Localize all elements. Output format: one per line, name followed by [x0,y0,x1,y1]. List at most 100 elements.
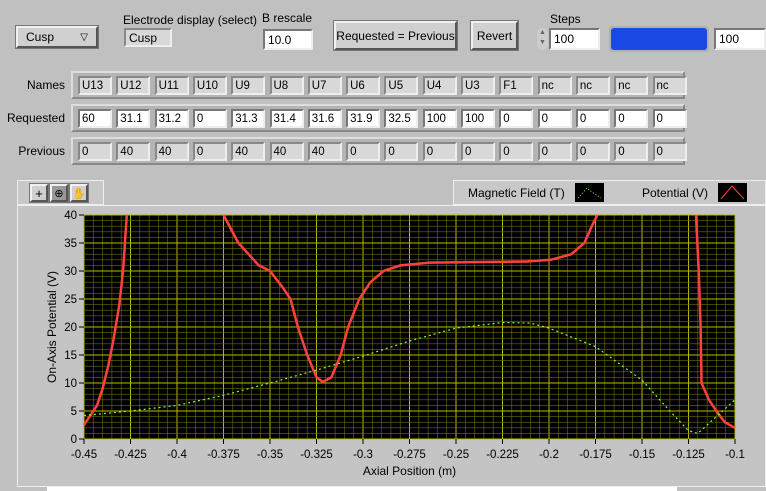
x-tick-label: -0.2 [539,449,559,461]
x-tick-label: -0.25 [443,449,469,461]
x-tick-label: -0.225 [486,449,519,461]
requested-input[interactable]: 31.6 [307,109,342,128]
y-tick-label: 0 [71,434,77,446]
steps-label: Steps [550,12,581,26]
decrement-icon[interactable]: ▼ [537,38,548,48]
names-cell: nc [614,76,649,95]
y-tick-label: 15 [64,350,77,362]
x-tick-label: -0.15 [629,449,655,461]
y-tick-label: 5 [71,406,77,418]
names-cell: U13 [78,76,112,95]
x-tick-label: -0.325 [300,449,333,461]
previous-row-label: Previous [18,144,65,158]
y-tick-label: 20 [64,322,77,334]
names-cell: U8 [269,76,304,95]
names-cell: U6 [346,76,381,95]
b-rescale-label: B rescale [262,11,313,25]
mode-dropdown[interactable]: Cusp ▽ [16,26,98,48]
y-tick-label: 30 [64,266,77,278]
previous-cell: 0 [652,142,687,161]
names-cell: U10 [192,76,227,95]
y-tick-label: 35 [64,238,77,250]
previous-cell: 0 [384,142,419,161]
previous-cell: 0 [575,142,610,161]
legend-potential-label: Potential (V) [642,186,709,200]
names-cell: nc [575,76,610,95]
steps-input[interactable]: 100 [549,28,600,50]
requested-input[interactable]: 0 [499,109,534,128]
previous-cell: 40 [307,142,342,161]
requested-input[interactable]: 31.1 [116,109,151,128]
x-tick-label: -0.4 [167,449,187,461]
previous-cell: 0 [537,142,572,161]
y-tick-label: 40 [64,210,77,222]
previous-cell: 40 [116,142,151,161]
x-axis-label: Axial Position (m) [363,464,456,478]
names-cell: U9 [231,76,266,95]
plot-legend: Magnetic Field (T) Potential (V) [453,180,766,205]
requested-input[interactable]: 31.9 [346,109,381,128]
names-cell: U4 [422,76,457,95]
dropdown-arrow-icon: ▽ [80,31,88,43]
previous-cell: 0 [422,142,457,161]
names-cell: U5 [384,76,419,95]
requested-input[interactable]: 100 [422,109,457,128]
requested-input[interactable]: 31.3 [231,109,266,128]
requested-equals-previous-button[interactable]: Requested = Previous [334,21,457,50]
requested-input[interactable]: 32.5 [384,109,419,128]
x-tick-label: -0.125 [672,449,705,461]
requested-row-label: Requested [6,111,65,125]
previous-cell: 0 [192,142,227,161]
requested-input[interactable]: 0 [614,109,649,128]
names-row-label: Names [26,78,65,92]
revert-button[interactable]: Revert [471,21,518,50]
legend-magnetic-label: Magnetic Field (T) [468,186,565,200]
b-rescale-input[interactable]: 10.0 [263,29,313,50]
previous-array: 0 40 40 0 40 40 40 0 0 0 0 0 0 0 0 0 [71,137,687,165]
requested-input[interactable]: 0 [192,109,227,128]
requested-input[interactable]: 0 [537,109,572,128]
names-cell: U11 [154,76,189,95]
names-cell: U12 [116,76,151,95]
requested-input[interactable]: 0 [575,109,610,128]
previous-cell: 0 [461,142,495,161]
previous-cell: 40 [269,142,304,161]
zoom-tool-icon[interactable]: ⊕ [50,184,68,202]
requested-input[interactable]: 100 [461,109,495,128]
requested-input[interactable]: 60 [78,109,112,128]
legend-potential-swatch-icon[interactable] [718,183,747,202]
mode-dropdown-value: Cusp [26,30,55,44]
x-tick-label: -0.425 [114,449,147,461]
steps-spinner[interactable]: ▲ ▼ [537,28,548,50]
cursor-tool-icon[interactable]: + [30,184,48,202]
previous-cell: 0 [499,142,534,161]
requested-input[interactable]: 31.4 [269,109,304,128]
names-cell: F1 [499,76,534,95]
requested-array: 60 31.1 31.2 0 31.3 31.4 31.6 31.9 32.5 100 100 0 0 0… [71,104,687,132]
electrode-display-label: Electrode display (select) [123,13,258,27]
names-cell: U3 [461,76,495,95]
progress-fill [611,28,707,50]
x-tick-label: -0.275 [393,449,426,461]
increment-icon[interactable]: ▲ [537,28,548,38]
pan-hand-icon[interactable]: ✋ [70,184,88,202]
y-tick-label: 25 [64,294,77,306]
previous-cell: 40 [154,142,189,161]
legend-magnetic-swatch-icon[interactable] [575,183,604,202]
names-cell: U7 [307,76,342,95]
x-tick-label: -0.35 [257,449,283,461]
requested-input[interactable]: 0 [652,109,687,128]
names-cell: nc [537,76,572,95]
y-axis-label: On-Axis Potential (V) [45,271,59,383]
requested-input[interactable]: 31.2 [154,109,189,128]
x-tick-label: -0.175 [579,449,612,461]
potential-chart[interactable]: -0.45 -0.425 -0.4 -0.375 -0.35 -0.325 -0.3 -0.2… [0,205,766,487]
y-tick-label: 10 [64,378,77,390]
bottom-panel [47,487,677,491]
progress-bar [609,26,709,52]
x-tick-label: -0.375 [207,449,240,461]
previous-cell: 0 [614,142,649,161]
x-tick-label: -0.1 [725,449,745,461]
graph-palette: + ⊕ ✋ [17,180,104,205]
names-cell: nc [652,76,687,95]
